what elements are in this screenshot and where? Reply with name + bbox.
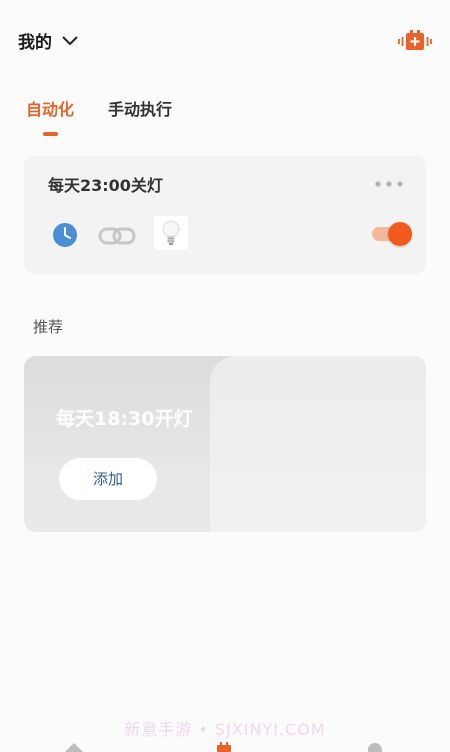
more-icon[interactable] (374, 180, 404, 188)
tab-active-indicator (43, 132, 58, 136)
add-device-icon[interactable] (398, 28, 432, 54)
home-selector[interactable]: 我的 (18, 28, 78, 53)
bulb-device-tile (154, 216, 188, 250)
clock-icon (53, 223, 77, 247)
top-bar: 我的 (0, 0, 450, 80)
bulb-icon (162, 220, 180, 245)
automation-nav-icon[interactable] (214, 742, 234, 752)
tab-automation[interactable]: 自动化 (26, 96, 74, 120)
chevron-down-icon (62, 35, 78, 45)
toggle-knob (388, 222, 412, 246)
home-nav-icon[interactable] (64, 742, 84, 752)
recommend-card-panel (210, 356, 426, 532)
automation-card[interactable]: 每天23:00关灯 (24, 156, 426, 274)
recommend-section-label: 推荐 (33, 318, 64, 336)
add-button[interactable]: 添加 (59, 458, 157, 500)
home-title: 我的 (18, 33, 52, 53)
automation-toggle[interactable] (372, 222, 412, 246)
link-icon (98, 227, 136, 245)
profile-nav-icon[interactable] (366, 742, 384, 752)
automation-title: 每天23:00关灯 (48, 176, 163, 195)
recommend-title: 每天18:30开灯 (56, 408, 193, 430)
watermark: 新意手游 • SJXINYI.COM (124, 720, 326, 739)
recommend-card: 每天18:30开灯 添加 (24, 356, 426, 532)
tab-manual[interactable]: 手动执行 (108, 96, 172, 120)
tab-bar: 自动化 手动执行 (0, 96, 450, 140)
